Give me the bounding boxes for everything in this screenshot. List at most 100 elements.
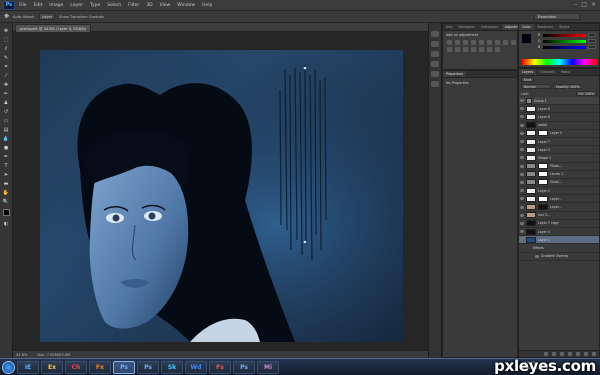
- link-layers-icon[interactable]: [544, 352, 548, 356]
- blur-tool-icon[interactable]: 💧: [2, 135, 10, 142]
- fill-field[interactable]: Fill: 100%: [575, 91, 597, 96]
- fx-icon[interactable]: [552, 352, 556, 356]
- red-slider[interactable]: [543, 33, 586, 37]
- effect-row[interactable]: Gradient Overlay: [519, 253, 599, 261]
- layer-row[interactable]: Layer...: [519, 195, 599, 204]
- artwork-canvas[interactable]: [40, 50, 403, 342]
- visibility-eye-icon[interactable]: [520, 123, 524, 127]
- tab-swatches[interactable]: Swatches: [534, 24, 556, 30]
- layer-row[interactable]: hair 3...: [519, 212, 599, 220]
- layer-row-selected[interactable]: Layer 1: [519, 236, 599, 245]
- shape-tool-icon[interactable]: ▬: [2, 180, 10, 187]
- curves-icon[interactable]: [463, 40, 468, 45]
- layer-row[interactable]: Layer 5: [519, 130, 599, 138]
- gradient-tool-icon[interactable]: ▤: [2, 126, 10, 133]
- layer-row[interactable]: Layer 8: [519, 105, 599, 114]
- foreground-color-chip[interactable]: [522, 34, 531, 43]
- tab-color[interactable]: Color: [519, 24, 534, 30]
- visibility-eye-icon[interactable]: [520, 140, 524, 144]
- visibility-eye-icon[interactable]: [520, 213, 524, 217]
- visibility-eye-icon[interactable]: [520, 99, 524, 103]
- layer-row[interactable]: Shape 1: [519, 154, 599, 163]
- layer-row[interactable]: rabbit: [519, 122, 599, 130]
- hand-tool-icon[interactable]: ✋: [2, 189, 10, 196]
- dodge-tool-icon[interactable]: ●: [2, 144, 10, 151]
- layer-row[interactable]: Gradi...: [519, 179, 599, 188]
- tab-styles[interactable]: Styles: [556, 24, 572, 30]
- zoom-level[interactable]: 34.8%: [16, 353, 27, 357]
- brush-tool-icon[interactable]: ✏: [2, 90, 10, 97]
- blend-mode-select[interactable]: Normal: [521, 84, 551, 89]
- menu-help[interactable]: Help: [202, 3, 212, 8]
- visibility-eye-icon[interactable]: [520, 107, 524, 111]
- layer-row[interactable]: Layer 3: [519, 146, 599, 155]
- tab-info[interactable]: Info: [443, 24, 455, 30]
- menu-3d[interactable]: 3D: [146, 3, 152, 8]
- new-group-icon[interactable]: [576, 352, 580, 356]
- layer-row[interactable]: Group 1: [519, 97, 599, 106]
- quick-mask-icon[interactable]: ◐: [2, 220, 10, 227]
- taskbar-app-photoshop-2[interactable]: Ps: [137, 360, 159, 374]
- taskbar-app-word[interactable]: Wd: [185, 360, 207, 374]
- hue-sat-icon[interactable]: [487, 40, 492, 45]
- path-select-tool-icon[interactable]: ➤: [2, 171, 10, 178]
- visibility-eye-icon[interactable]: [520, 172, 524, 176]
- layer-row[interactable]: Layer 6: [519, 113, 599, 122]
- menu-filter[interactable]: Filter: [128, 3, 139, 8]
- healing-tool-icon[interactable]: ✚: [2, 81, 10, 88]
- start-button[interactable]: [2, 360, 15, 374]
- move-tool-icon[interactable]: ✥: [4, 13, 9, 20]
- maximize-icon[interactable]: □: [581, 2, 587, 8]
- menu-file[interactable]: File: [19, 3, 27, 8]
- opacity-field[interactable]: Opacity: 100%: [553, 84, 583, 89]
- visibility-eye-icon[interactable]: [520, 238, 524, 242]
- tab-histogram[interactable]: Histogram: [478, 24, 502, 30]
- layer-kind-filter[interactable]: Kind: [521, 77, 535, 82]
- history-panel-icon[interactable]: [431, 31, 439, 37]
- taskbar-app-photoshop[interactable]: Ps: [113, 360, 135, 374]
- clone-source-panel-icon[interactable]: [431, 81, 439, 87]
- blue-slider[interactable]: [543, 45, 586, 49]
- taskbar-app-photoshop-3[interactable]: Ps: [233, 360, 255, 374]
- effects-row[interactable]: Effects: [519, 244, 599, 253]
- taskbar-app-misc[interactable]: Mi: [257, 360, 279, 374]
- visibility-eye-icon[interactable]: [520, 197, 524, 201]
- bw-icon[interactable]: [503, 40, 508, 45]
- visibility-eye-icon[interactable]: [520, 148, 524, 152]
- layer-row[interactable]: Photo...: [519, 163, 599, 171]
- minimize-icon[interactable]: –: [574, 2, 577, 8]
- menu-image[interactable]: Image: [49, 3, 63, 8]
- taskbar-app-chrome[interactable]: Ch: [65, 360, 87, 374]
- actions-panel-icon[interactable]: [431, 41, 439, 47]
- document-tab[interactable]: pixelsport @ 34.8% (Layer 4, RGB/8): [15, 24, 91, 32]
- workspace-select[interactable]: Essentials: [534, 13, 580, 20]
- zoom-tool-icon[interactable]: 🔍: [2, 198, 10, 205]
- character-panel-icon[interactable]: [431, 61, 439, 67]
- threshold-icon[interactable]: [479, 47, 484, 52]
- taskbar-app-explorer[interactable]: Ex: [41, 360, 63, 374]
- visibility-eye-icon[interactable]: [520, 221, 524, 225]
- menu-type[interactable]: Type: [90, 3, 100, 8]
- taskbar-app-fs[interactable]: Fs: [209, 360, 231, 374]
- foreground-color-swatch[interactable]: [2, 209, 10, 216]
- move-tool-icon[interactable]: ✥: [2, 27, 10, 34]
- eyedropper-tool-icon[interactable]: ⁄: [2, 72, 10, 79]
- trash-icon[interactable]: [592, 352, 596, 356]
- brush-panel-icon[interactable]: [431, 51, 439, 57]
- visibility-eye-icon[interactable]: [520, 131, 524, 135]
- layer-row[interactable]: Layer 2: [519, 187, 599, 196]
- visibility-eye-icon[interactable]: [520, 164, 524, 168]
- canvas-area[interactable]: [13, 32, 428, 350]
- new-layer-icon[interactable]: [584, 352, 588, 356]
- visibility-eye-icon[interactable]: [520, 180, 524, 184]
- visibility-eye-icon[interactable]: [520, 156, 524, 160]
- layer-row[interactable]: Levels 1: [519, 171, 599, 179]
- close-icon[interactable]: ×: [591, 2, 596, 8]
- tab-layers[interactable]: Layers: [519, 69, 537, 75]
- lasso-tool-icon[interactable]: ℓ: [2, 45, 10, 52]
- add-mask-icon[interactable]: [560, 352, 564, 356]
- posterize-icon[interactable]: [471, 47, 476, 52]
- layer-row[interactable]: Layer 4: [519, 228, 599, 237]
- quick-select-tool-icon[interactable]: ✎: [2, 54, 10, 61]
- visibility-eye-icon[interactable]: [520, 189, 524, 193]
